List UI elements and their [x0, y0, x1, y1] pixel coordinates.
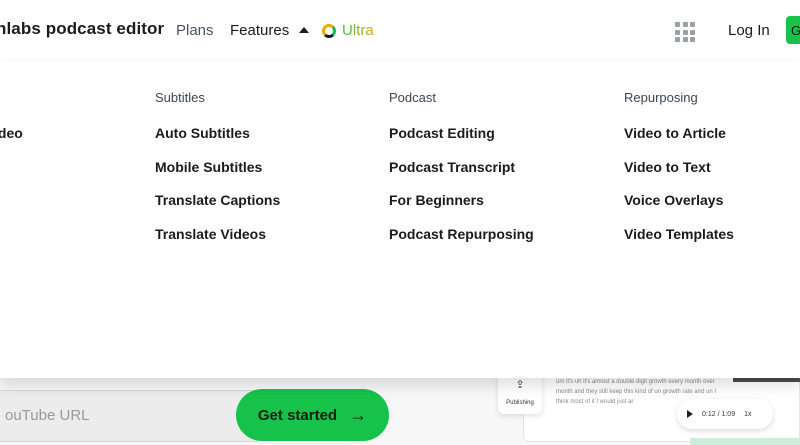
- player-speed[interactable]: 1x: [744, 411, 751, 418]
- apps-grid-icon[interactable]: [675, 22, 695, 42]
- menu-item[interactable]: ideo: [0, 125, 23, 159]
- youtube-url-input[interactable]: ouTube URL: [0, 390, 260, 442]
- player-time: 0:12 / 1:09: [702, 410, 736, 418]
- brand-logo[interactable]: nlabs podcast editor: [0, 19, 164, 39]
- audio-player[interactable]: 0:12 / 1:09 1x: [677, 399, 773, 429]
- decorative-strip: [690, 438, 800, 445]
- get-started-button[interactable]: Get started →: [236, 389, 389, 441]
- menu-item-mobile-subtitles[interactable]: Mobile Subtitles: [155, 159, 280, 193]
- menu-item-video-to-text[interactable]: Video to Text: [624, 159, 734, 193]
- menu-item-translate-videos[interactable]: Translate Videos: [155, 226, 280, 260]
- publishing-label: Publishing: [506, 400, 534, 406]
- signup-button[interactable]: G: [786, 16, 800, 44]
- menu-item-translate-captions[interactable]: Translate Captions: [155, 192, 280, 226]
- menu-item-video-templates[interactable]: Video Templates: [624, 226, 734, 260]
- nav-features[interactable]: Features: [230, 22, 310, 39]
- ultra-ring-icon: [322, 23, 336, 38]
- menu-item-auto-subtitles[interactable]: Auto Subtitles: [155, 125, 280, 159]
- menu-item-podcast-repurposing[interactable]: Podcast Repurposing: [389, 226, 534, 260]
- menu-column-heading: [0, 90, 23, 104]
- menu-column-heading: Repurposing: [624, 90, 698, 105]
- menu-column-video: ideo: [0, 90, 23, 159]
- nav-ultra-label: Ultra: [342, 22, 374, 39]
- get-started-label: Get started: [257, 406, 338, 424]
- menu-column-repurposing: Repurposing Video to Article Video to Te…: [624, 90, 734, 259]
- play-icon[interactable]: [687, 410, 693, 418]
- menu-item-podcast-editing[interactable]: Podcast Editing: [389, 125, 534, 159]
- menu-item-for-beginners[interactable]: For Beginners: [389, 192, 534, 226]
- menu-column-heading: Podcast: [389, 90, 436, 105]
- features-mega-menu: ideo Subtitles Auto Subtitles Mobile Sub…: [0, 62, 800, 378]
- top-navbar: nlabs podcast editor Plans Features Ultr…: [0, 0, 800, 62]
- upload-icon: ⇪: [515, 379, 525, 391]
- menu-column-podcast: Podcast Podcast Editing Podcast Transcri…: [389, 90, 534, 259]
- menu-item-video-to-article[interactable]: Video to Article: [624, 125, 734, 159]
- menu-item-voice-overlays[interactable]: Voice Overlays: [624, 192, 734, 226]
- nav-plans[interactable]: Plans: [176, 22, 214, 39]
- publishing-card: ⇪ Publishing: [498, 372, 542, 414]
- caret-up-icon: [299, 26, 310, 33]
- arrow-right-icon: →: [349, 405, 368, 425]
- login-link[interactable]: Log In: [728, 22, 770, 39]
- menu-column-subtitles: Subtitles Auto Subtitles Mobile Subtitle…: [155, 90, 280, 259]
- menu-item-podcast-transcript[interactable]: Podcast Transcript: [389, 159, 534, 193]
- nav-ultra[interactable]: Ultra: [322, 22, 374, 39]
- nav-features-label: Features: [230, 22, 290, 39]
- menu-column-heading: Subtitles: [155, 90, 205, 105]
